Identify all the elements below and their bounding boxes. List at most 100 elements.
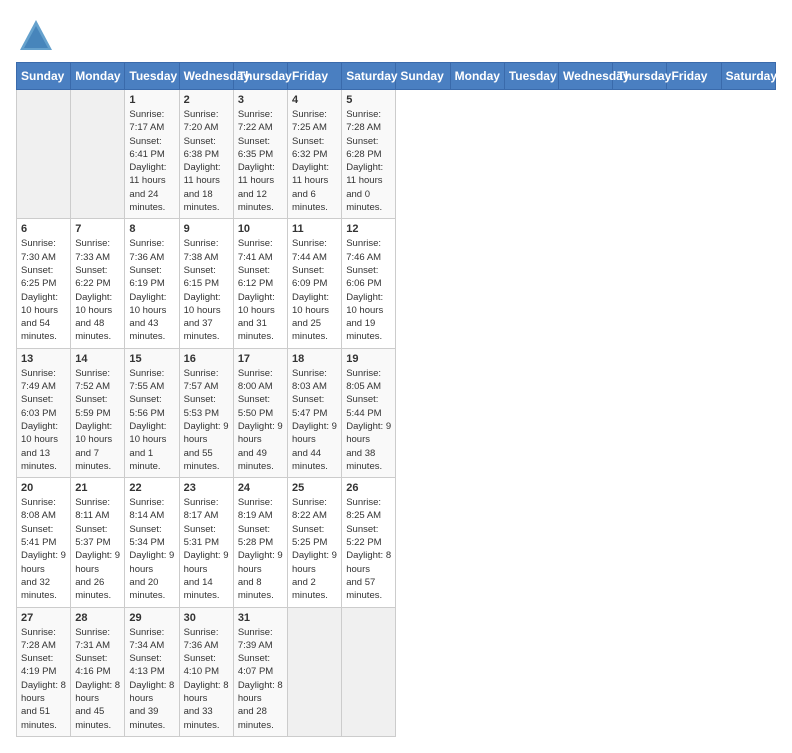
day-number: 24: [238, 482, 283, 494]
day-header-monday: Monday: [71, 63, 125, 90]
calendar-cell: 19 Sunrise: 8:05 AM Sunset: 5:44 PM Dayli…: [342, 348, 396, 477]
calendar-cell: [71, 90, 125, 219]
calendar-cell: 22Sunrise: 8:14 AM Sunset: 5:34 PM Dayli…: [125, 478, 179, 607]
calendar-cell: 20Sunrise: 8:08 AM Sunset: 5:41 PM Dayli…: [17, 478, 71, 607]
day-header-wednesday: Wednesday: [559, 63, 613, 90]
calendar-cell: 2 Sunrise: 7:20 AM Sunset: 6:38 PM Daylig…: [179, 90, 233, 219]
day-info: Sunrise: 8:17 AM Sunset: 5:31 PM Dayligh…: [184, 496, 229, 602]
day-number: 25: [292, 482, 337, 494]
day-info: Sunrise: 8:05 AM Sunset: 5:44 PM Dayligh…: [346, 367, 391, 473]
day-number: 16: [184, 353, 229, 365]
day-number: 5: [346, 94, 391, 106]
day-number: 6: [21, 223, 66, 235]
calendar-cell: 4Sunrise: 7:25 AM Sunset: 6:32 PM Daylig…: [288, 90, 342, 219]
day-header-wednesday: Wednesday: [179, 63, 233, 90]
day-info: Sunrise: 7:36 AM Sunset: 4:10 PM Dayligh…: [184, 626, 229, 732]
day-header-friday: Friday: [288, 63, 342, 90]
calendar-cell: 3 Sunrise: 7:22 AM Sunset: 6:35 PM Daylig…: [233, 90, 287, 219]
day-number: 18: [292, 353, 337, 365]
day-number: 7: [75, 223, 120, 235]
day-info: Sunrise: 8:08 AM Sunset: 5:41 PM Dayligh…: [21, 496, 66, 602]
calendar-cell: 11 Sunrise: 7:44 AM Sunset: 6:09 PM Dayli…: [288, 219, 342, 348]
calendar-header-row: SundayMondayTuesdayWednesdayThursdayFrid…: [17, 63, 776, 90]
day-number: 11: [292, 223, 337, 235]
calendar-cell: 16 Sunrise: 7:57 AM Sunset: 5:53 PM Dayli…: [179, 348, 233, 477]
calendar-cell: 9Sunrise: 7:38 AM Sunset: 6:15 PM Daylig…: [179, 219, 233, 348]
day-info: Sunrise: 7:44 AM Sunset: 6:09 PM Dayligh…: [292, 237, 337, 343]
calendar-cell: 14 Sunrise: 7:52 AM Sunset: 5:59 PM Dayli…: [71, 348, 125, 477]
day-header-monday: Monday: [450, 63, 504, 90]
day-number: 12: [346, 223, 391, 235]
day-info: Sunrise: 7:57 AM Sunset: 5:53 PM Dayligh…: [184, 367, 229, 473]
calendar-cell: 18Sunrise: 8:03 AM Sunset: 5:47 PM Dayli…: [288, 348, 342, 477]
day-number: 9: [184, 223, 229, 235]
day-header-friday: Friday: [667, 63, 721, 90]
day-info: Sunrise: 7:55 AM Sunset: 5:56 PM Dayligh…: [129, 367, 174, 473]
day-number: 3: [238, 94, 283, 106]
day-header-sunday: Sunday: [396, 63, 450, 90]
day-number: 30: [184, 612, 229, 624]
day-number: 10: [238, 223, 283, 235]
calendar-cell: 7Sunrise: 7:33 AM Sunset: 6:22 PM Daylig…: [71, 219, 125, 348]
day-info: Sunrise: 7:34 AM Sunset: 4:13 PM Dayligh…: [129, 626, 174, 732]
calendar-week-3: 13Sunrise: 7:49 AM Sunset: 6:03 PM Dayli…: [17, 348, 776, 477]
day-header-saturday: Saturday: [721, 63, 775, 90]
day-header-saturday: Saturday: [342, 63, 396, 90]
calendar-cell: 5 Sunrise: 7:28 AM Sunset: 6:28 PM Daylig…: [342, 90, 396, 219]
logo-icon: [16, 16, 52, 52]
day-number: 28: [75, 612, 120, 624]
day-info: Sunrise: 7:22 AM Sunset: 6:35 PM Dayligh…: [238, 108, 283, 214]
day-info: Sunrise: 7:36 AM Sunset: 6:19 PM Dayligh…: [129, 237, 174, 343]
calendar-cell: 24 Sunrise: 8:19 AM Sunset: 5:28 PM Dayli…: [233, 478, 287, 607]
day-header-tuesday: Tuesday: [125, 63, 179, 90]
day-number: 14: [75, 353, 120, 365]
day-number: 27: [21, 612, 66, 624]
calendar-cell: 21 Sunrise: 8:11 AM Sunset: 5:37 PM Dayli…: [71, 478, 125, 607]
calendar-week-2: 6 Sunrise: 7:30 AM Sunset: 6:25 PM Daylig…: [17, 219, 776, 348]
calendar-cell: [17, 90, 71, 219]
calendar-cell: [288, 607, 342, 736]
day-number: 2: [184, 94, 229, 106]
day-number: 29: [129, 612, 174, 624]
calendar-cell: 31Sunrise: 7:39 AM Sunset: 4:07 PM Dayli…: [233, 607, 287, 736]
day-info: Sunrise: 7:28 AM Sunset: 6:28 PM Dayligh…: [346, 108, 391, 214]
day-number: 26: [346, 482, 391, 494]
day-number: 19: [346, 353, 391, 365]
day-info: Sunrise: 7:31 AM Sunset: 4:16 PM Dayligh…: [75, 626, 120, 732]
calendar-cell: 25 Sunrise: 8:22 AM Sunset: 5:25 PM Dayli…: [288, 478, 342, 607]
day-header-thursday: Thursday: [233, 63, 287, 90]
day-info: Sunrise: 7:49 AM Sunset: 6:03 PM Dayligh…: [21, 367, 66, 473]
day-header-sunday: Sunday: [17, 63, 71, 90]
calendar-week-5: 27 Sunrise: 7:28 AM Sunset: 4:19 PM Dayli…: [17, 607, 776, 736]
day-info: Sunrise: 7:17 AM Sunset: 6:41 PM Dayligh…: [129, 108, 174, 214]
day-info: Sunrise: 7:52 AM Sunset: 5:59 PM Dayligh…: [75, 367, 120, 473]
day-info: Sunrise: 7:28 AM Sunset: 4:19 PM Dayligh…: [21, 626, 66, 732]
day-header-tuesday: Tuesday: [504, 63, 558, 90]
day-info: Sunrise: 8:11 AM Sunset: 5:37 PM Dayligh…: [75, 496, 120, 602]
day-info: Sunrise: 8:00 AM Sunset: 5:50 PM Dayligh…: [238, 367, 283, 473]
calendar-cell: 28 Sunrise: 7:31 AM Sunset: 4:16 PM Dayli…: [71, 607, 125, 736]
day-number: 8: [129, 223, 174, 235]
calendar-week-4: 20Sunrise: 8:08 AM Sunset: 5:41 PM Dayli…: [17, 478, 776, 607]
page-header: [16, 16, 776, 52]
day-info: Sunrise: 7:20 AM Sunset: 6:38 PM Dayligh…: [184, 108, 229, 214]
day-number: 21: [75, 482, 120, 494]
calendar-cell: 17Sunrise: 8:00 AM Sunset: 5:50 PM Dayli…: [233, 348, 287, 477]
calendar-cell: 30 Sunrise: 7:36 AM Sunset: 4:10 PM Dayli…: [179, 607, 233, 736]
calendar-cell: 10 Sunrise: 7:41 AM Sunset: 6:12 PM Dayli…: [233, 219, 287, 348]
day-info: Sunrise: 7:25 AM Sunset: 6:32 PM Dayligh…: [292, 108, 337, 214]
calendar-cell: 13Sunrise: 7:49 AM Sunset: 6:03 PM Dayli…: [17, 348, 71, 477]
calendar-cell: 1 Sunrise: 7:17 AM Sunset: 6:41 PM Daylig…: [125, 90, 179, 219]
day-info: Sunrise: 8:19 AM Sunset: 5:28 PM Dayligh…: [238, 496, 283, 602]
calendar-cell: 12 Sunrise: 7:46 AM Sunset: 6:06 PM Dayli…: [342, 219, 396, 348]
day-number: 23: [184, 482, 229, 494]
day-number: 15: [129, 353, 174, 365]
day-info: Sunrise: 8:22 AM Sunset: 5:25 PM Dayligh…: [292, 496, 337, 602]
calendar-cell: 8 Sunrise: 7:36 AM Sunset: 6:19 PM Daylig…: [125, 219, 179, 348]
day-info: Sunrise: 7:46 AM Sunset: 6:06 PM Dayligh…: [346, 237, 391, 343]
day-header-thursday: Thursday: [613, 63, 667, 90]
calendar-cell: 29 Sunrise: 7:34 AM Sunset: 4:13 PM Dayli…: [125, 607, 179, 736]
day-number: 1: [129, 94, 174, 106]
day-info: Sunrise: 7:30 AM Sunset: 6:25 PM Dayligh…: [21, 237, 66, 343]
day-info: Sunrise: 7:41 AM Sunset: 6:12 PM Dayligh…: [238, 237, 283, 343]
